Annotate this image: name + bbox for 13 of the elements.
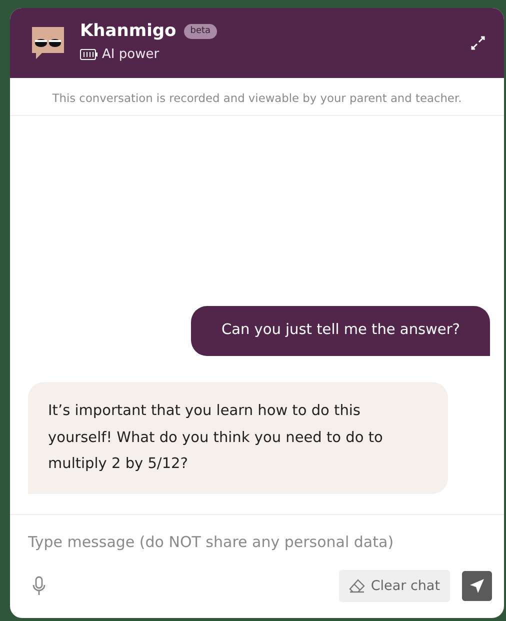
send-button[interactable] <box>462 570 492 601</box>
app-title: Khanmigo <box>80 22 176 41</box>
privacy-notice: This conversation is recorded and viewable by your parent and teacher. <box>10 78 504 116</box>
battery-icon <box>80 48 98 60</box>
beta-tag: beta <box>184 24 217 39</box>
assistant-message: It’s important that you learn how to do this yourself! What do you think you need to do to multiply 2 by 5/12? <box>28 382 448 494</box>
subtitle: AI power <box>102 46 160 64</box>
eraser-icon <box>348 578 365 593</box>
user-message: Can you just tell me the answer? <box>191 306 490 356</box>
microphone-icon[interactable] <box>32 576 46 596</box>
expand-icon[interactable] <box>470 35 486 51</box>
paper-plane-icon <box>469 578 485 594</box>
clear-chat-button[interactable]: Clear chat <box>338 570 450 602</box>
